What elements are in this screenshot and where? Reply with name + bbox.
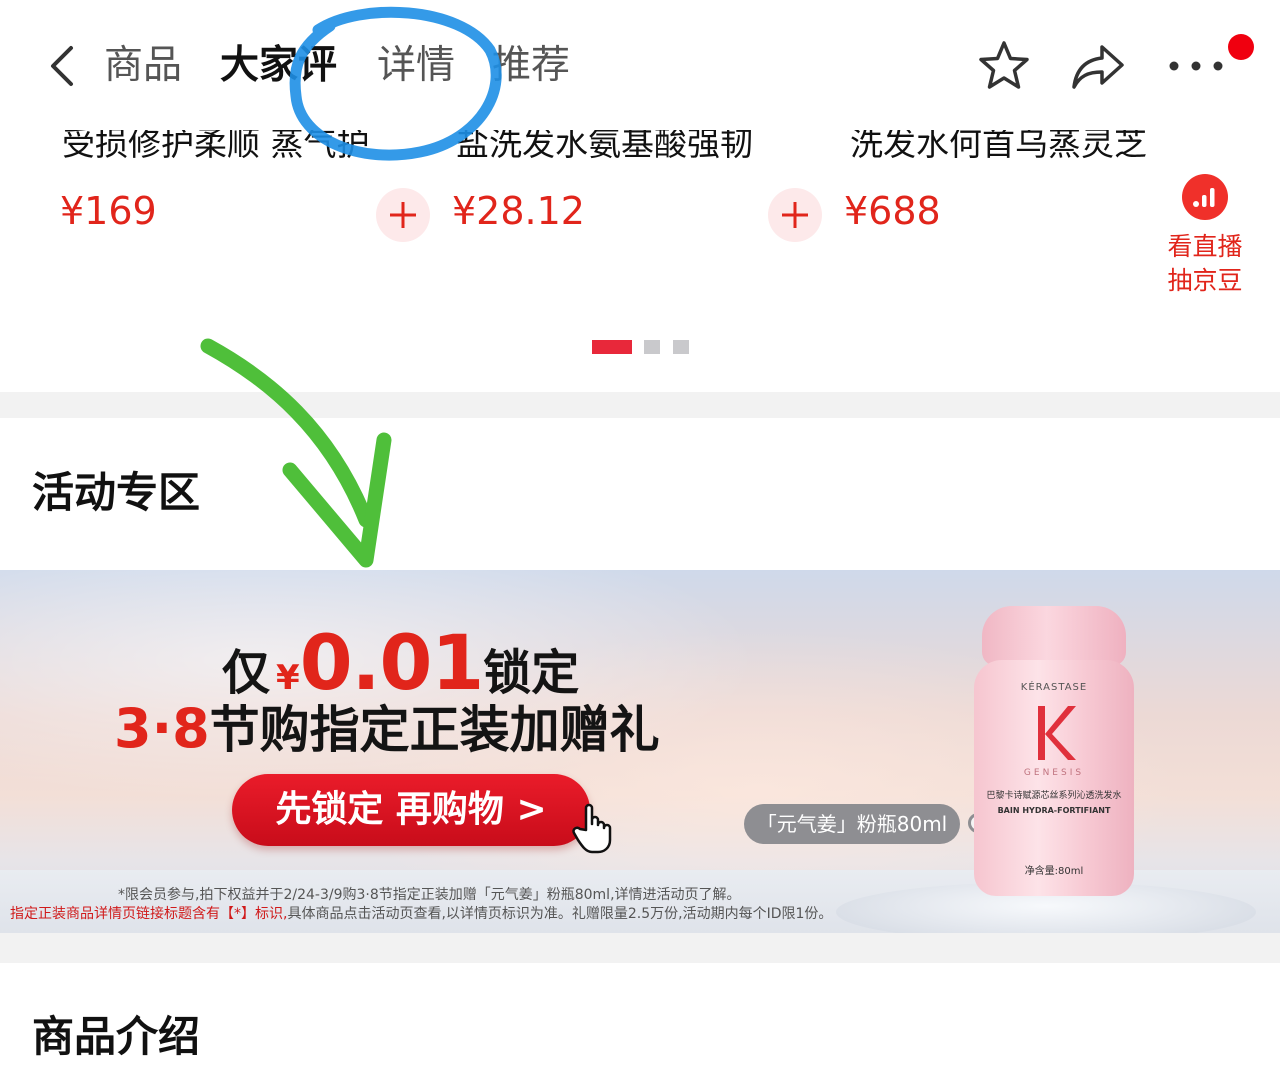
- star-icon: [979, 41, 1029, 89]
- lock-then-buy-button[interactable]: 先锁定 再购物 >: [232, 774, 590, 846]
- more-button[interactable]: [1166, 36, 1226, 96]
- live-label: 看直播 抽京豆: [1167, 232, 1243, 295]
- promo-banner[interactable]: 仅 ¥0.01锁定 3·8节购指定正装加赠礼 先锁定 再购物 > 「元气姜」粉瓶8…: [0, 570, 1280, 933]
- bottle-brand: KÉRASTASE: [1020, 682, 1088, 693]
- product-title: 盐洗发水氨基酸强韧: [456, 130, 753, 162]
- tab-products[interactable]: 商品: [104, 40, 182, 92]
- gift-volume-label: 「元气姜」粉瓶80ml: [744, 804, 960, 844]
- back-button[interactable]: [40, 38, 84, 94]
- pager-dot: [644, 340, 660, 354]
- live-stream-entry[interactable]: 看直播 抽京豆: [1160, 174, 1250, 298]
- promo-subheadline: 3·8节购指定正装加赠礼: [114, 697, 660, 760]
- plus-icon: [782, 202, 808, 228]
- annotation-arrow-head: [282, 432, 392, 568]
- pager-dot-active: [592, 340, 632, 354]
- live-badge: [1182, 174, 1228, 220]
- add-to-cart-button[interactable]: [376, 188, 430, 242]
- tab-reviews[interactable]: 大家评: [220, 40, 337, 92]
- product-price: ¥169: [60, 189, 157, 233]
- bottle-series: GENESIS: [1023, 768, 1085, 778]
- product-title: 洗发水何首乌蒸灵芝: [850, 130, 1147, 162]
- live-bars-icon: [1193, 188, 1215, 207]
- hand-pointer-icon: [572, 803, 612, 854]
- favorite-button[interactable]: [974, 36, 1034, 96]
- bottle-volume: 净含量:80ml: [1024, 866, 1084, 877]
- share-icon: [1072, 45, 1124, 89]
- activity-section-title: 活动专区: [32, 468, 201, 517]
- product-title: 受损修护柔顺 蒸气护: [62, 130, 370, 162]
- bottle-cap: [982, 606, 1126, 666]
- section-divider: [0, 392, 1280, 418]
- recommendation-carousel: 受损修护柔顺 蒸气护 盐洗发水氨基酸强韧 洗发水何首乌蒸灵芝 ¥169 ¥28.…: [0, 130, 1280, 392]
- product-price: ¥28.12: [452, 189, 585, 233]
- notification-dot: [1228, 34, 1254, 60]
- tab-details[interactable]: 详情: [377, 40, 455, 92]
- fine-print: *限会员参与,拍下权益并于2/24-3/9购3·8节指定正装加赠「元气姜」粉瓶8…: [118, 887, 741, 903]
- top-nav-bar: 商品 大家评 详情 推荐: [0, 0, 1280, 130]
- bottle-cn-name: 巴黎卡诗赋源芯丝系列沁透洗发水: [986, 791, 1122, 801]
- product-bottle-image: KÉRASTASE GENESIS 巴黎卡诗赋源芯丝系列沁透洗发水 BAIN H…: [974, 660, 1134, 896]
- bottle-en-name: BAIN HYDRA-FORTIFIANT: [997, 806, 1111, 815]
- plus-icon: [390, 202, 416, 228]
- add-to-cart-button[interactable]: [768, 188, 822, 242]
- more-icon: [1169, 61, 1223, 71]
- tab-recommend[interactable]: 推荐: [492, 40, 570, 92]
- share-button[interactable]: [1068, 36, 1128, 96]
- product-price: ¥688: [844, 189, 941, 233]
- fine-print: 指定正装商品详情页链接标题含有【*】标识,具体商品点击活动页查看,以详情页标识为…: [10, 906, 833, 922]
- section-divider: [0, 933, 1280, 963]
- promo-headline: 仅 ¥0.01锁定: [222, 618, 580, 707]
- brand-logo-k: [1038, 706, 1076, 760]
- pager-dot: [673, 340, 689, 354]
- product-intro-title: 商品介绍: [32, 1012, 201, 1061]
- chevron-left-icon: [51, 46, 73, 86]
